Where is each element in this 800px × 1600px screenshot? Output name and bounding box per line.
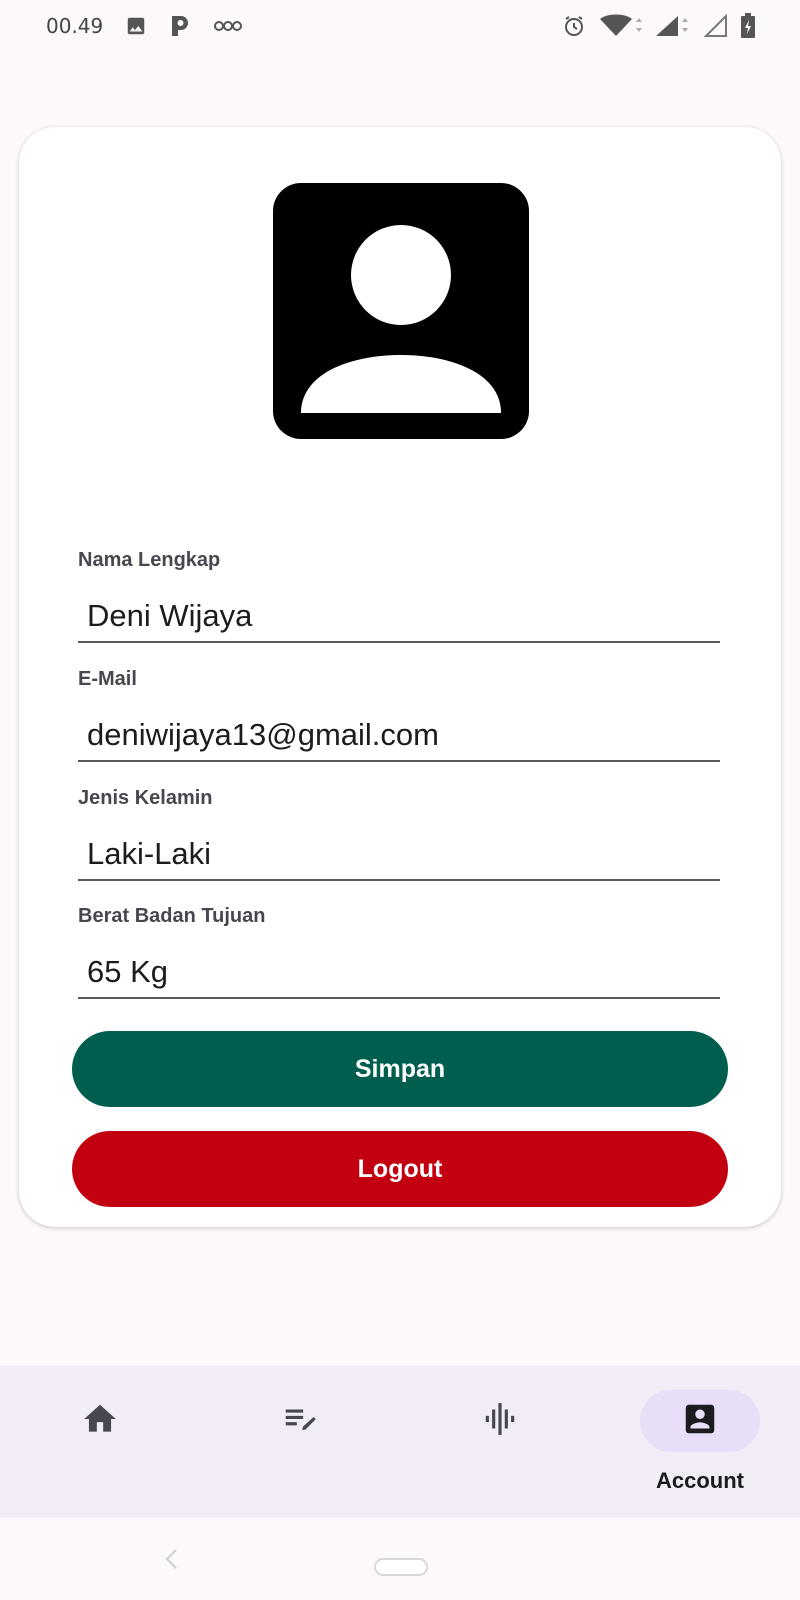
back-icon[interactable] [164,1548,180,1575]
nav-pill-account [640,1390,760,1452]
full-name-label: Nama Lengkap [78,549,221,571]
signal-empty-icon [704,14,728,38]
profile-card: Nama Lengkap E-Mail Jenis Kelamin Berat … [19,127,781,1227]
nav-item-notes[interactable] [200,1366,400,1518]
status-time: 00.49 [46,14,104,38]
save-button[interactable]: Simpan [72,1031,728,1107]
edit-note-icon [281,1400,319,1443]
signal-icon [654,14,692,38]
target-weight-label: Berat Badan Tujuan [78,905,266,927]
target-weight-input[interactable] [78,953,720,999]
nav-pill-home [40,1390,160,1452]
gender-label: Jenis Kelamin [78,787,213,809]
image-icon [125,15,147,37]
voicemail-icon [213,18,243,34]
nav-item-audio[interactable] [400,1366,600,1518]
graphic-eq-icon [481,1400,519,1443]
bottom-navigation: Account [0,1366,800,1518]
nav-pill-audio [440,1390,560,1452]
home-icon [81,1400,119,1443]
wifi-icon [598,14,642,38]
nav-item-home[interactable] [0,1366,200,1518]
system-navigation-bar [0,1518,800,1600]
email-label: E-Mail [78,668,137,690]
account-box-icon[interactable] [273,183,529,439]
alarm-icon [562,14,586,38]
battery-icon [740,13,756,39]
nav-item-account[interactable]: Account [600,1366,800,1518]
home-gesture-button[interactable] [374,1558,428,1576]
nav-label-account: Account [656,1468,744,1493]
nav-pill-notes [240,1390,360,1452]
status-left: 00.49 [46,14,243,38]
email-input[interactable] [78,716,720,762]
status-right [562,13,756,39]
full-name-input[interactable] [78,597,720,643]
status-bar: 00.49 [0,0,800,52]
logout-button[interactable]: Logout [72,1131,728,1207]
account-box-icon [681,1400,719,1443]
gender-input[interactable] [78,835,720,881]
parking-icon [169,14,191,38]
